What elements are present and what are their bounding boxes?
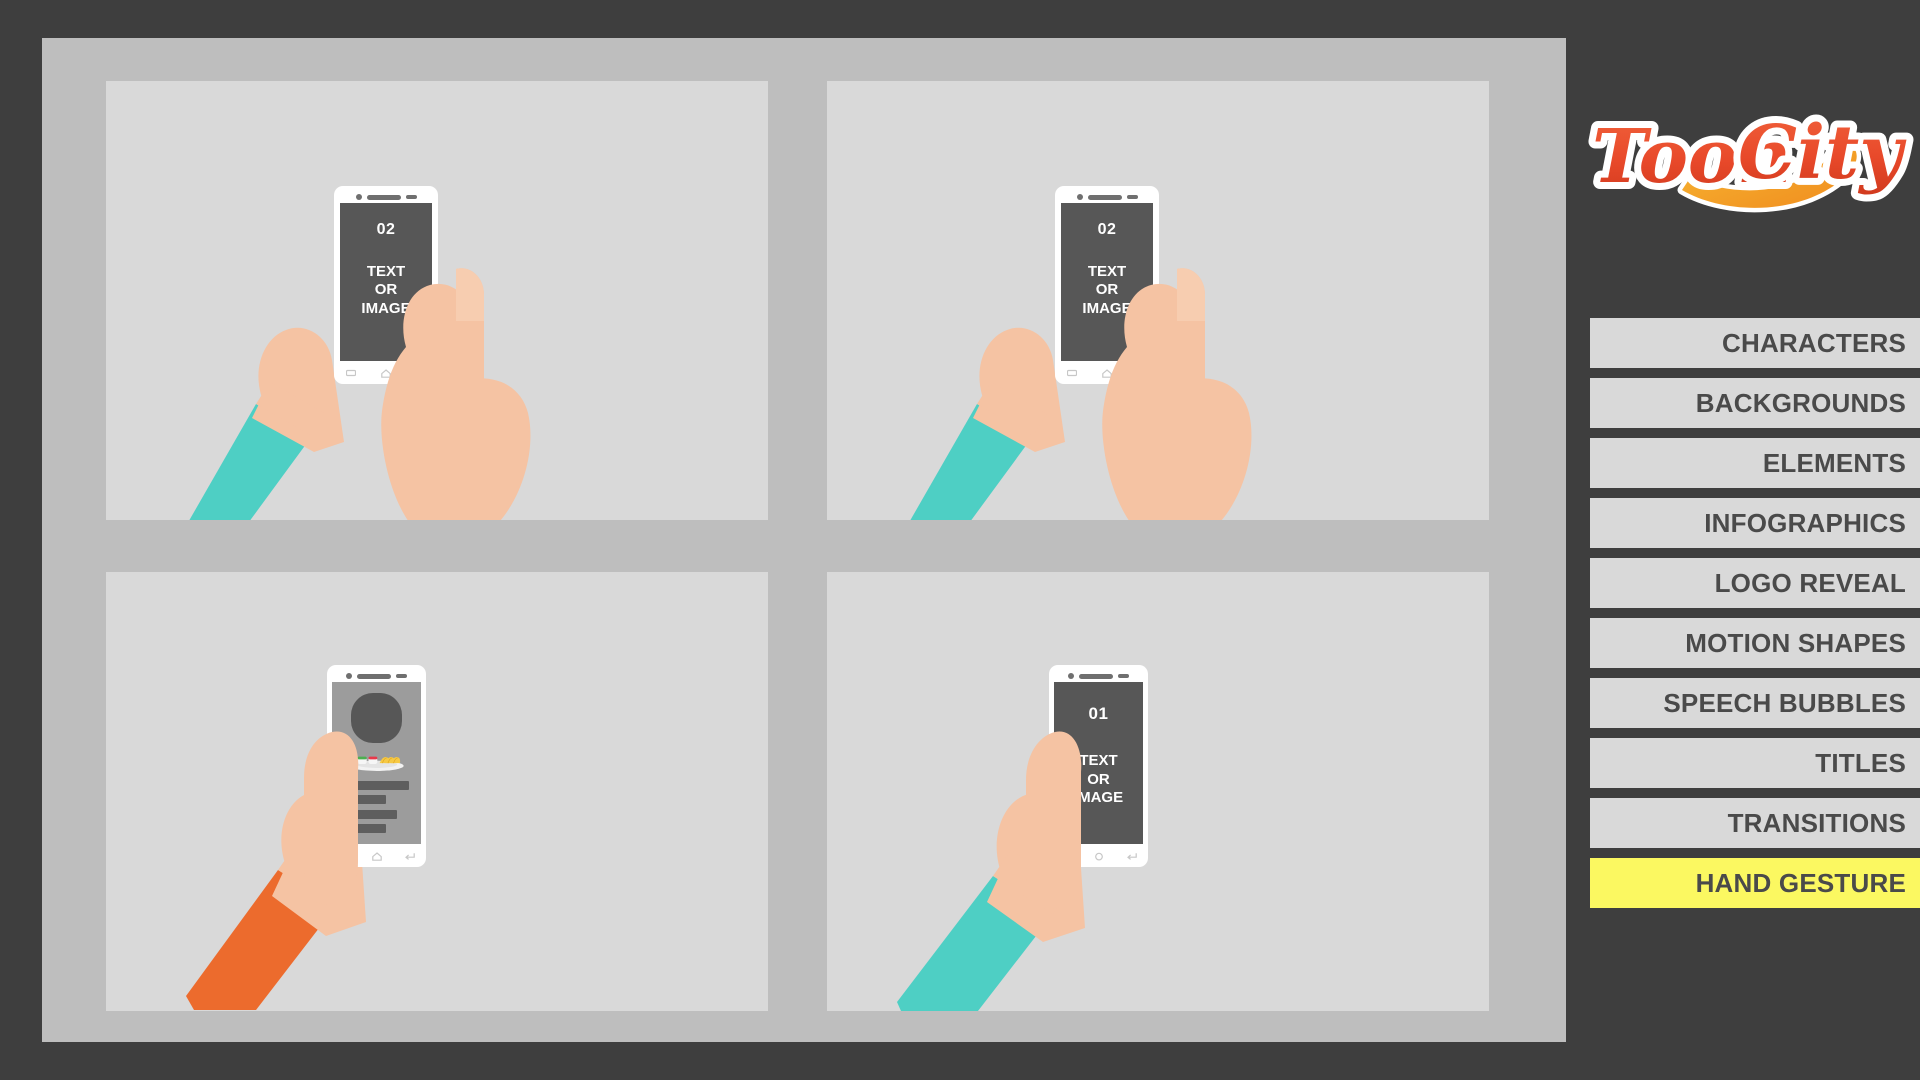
front-camera-icon — [346, 673, 352, 680]
menu-item-hand-gesture[interactable]: HAND GESTURE — [1590, 858, 1920, 908]
menu-item-infographics[interactable]: INFOGRAPHICS — [1590, 498, 1920, 548]
phone-earpiece-area — [1055, 192, 1159, 202]
proximity-sensor-icon — [1118, 674, 1129, 679]
menu-item-transitions[interactable]: TRANSITIONS — [1590, 798, 1920, 848]
scene-tap-right: 02 TEXT OR IMAGE — [827, 81, 1489, 520]
right-sidebar: Toon Toon City City ToonCity CHARACTERS … — [1585, 0, 1920, 1080]
proximity-sensor-icon — [396, 674, 407, 679]
app-root: 02 TEXT OR IMAGE 02 TEXT OR IMAGE 01 TEX… — [0, 0, 1920, 1080]
menu-item-label: MOTION SHAPES — [1685, 627, 1906, 658]
home-icon[interactable] — [371, 851, 382, 861]
menu-item-label: TRANSITIONS — [1727, 807, 1906, 838]
back-icon[interactable] — [404, 852, 415, 860]
preview-area: 02 TEXT OR IMAGE 02 TEXT OR IMAGE 01 TEX… — [42, 38, 1566, 1042]
menu-item-label: BACKGROUNDS — [1695, 387, 1906, 418]
recents-icon[interactable] — [346, 369, 357, 377]
screen-number: 01 — [1088, 703, 1109, 723]
back-icon[interactable] — [1126, 852, 1137, 860]
menu-item-backgrounds[interactable]: BACKGROUNDS — [1590, 378, 1920, 428]
front-camera-icon — [1068, 673, 1074, 680]
holding-thumb-orange — [304, 731, 359, 905]
tooncity-logo[interactable]: Toon Toon City City ToonCity — [1585, 103, 1916, 216]
menu-item-label: INFOGRAPHICS — [1704, 507, 1906, 538]
pointing-hand-left — [381, 268, 531, 520]
front-camera-icon — [355, 194, 362, 201]
menu-item-elements[interactable]: ELEMENTS — [1590, 438, 1920, 488]
earpiece-speaker-icon — [357, 673, 391, 679]
holding-thumb-teal — [1026, 731, 1082, 910]
svg-text:City: City — [1738, 110, 1907, 196]
category-menu: CHARACTERS BACKGROUNDS ELEMENTS INFOGRAP… — [1590, 318, 1920, 908]
phone-earpiece-area — [327, 671, 426, 681]
phone-earpiece-area — [1049, 671, 1148, 681]
menu-item-titles[interactable]: TITLES — [1590, 738, 1920, 788]
menu-item-speech-bubbles[interactable]: SPEECH BUBBLES — [1590, 678, 1920, 728]
recents-icon[interactable] — [1067, 369, 1078, 377]
scene-tap-left: 02 TEXT OR IMAGE — [106, 81, 768, 520]
menu-item-logo-reveal[interactable]: LOGO REVEAL — [1590, 558, 1920, 608]
proximity-sensor-icon — [405, 195, 417, 200]
home-icon[interactable] — [1094, 852, 1104, 861]
menu-item-characters[interactable]: CHARACTERS — [1590, 318, 1920, 368]
preview-panel-1[interactable]: 02 TEXT OR IMAGE — [106, 81, 768, 520]
preview-panel-3[interactable] — [106, 572, 768, 1011]
menu-item-label: LOGO REVEAL — [1714, 567, 1906, 598]
scene-hold-phone: 01 TEXT OR IMAGE — [827, 572, 1489, 1011]
menu-item-label: SPEECH BUBBLES — [1663, 687, 1906, 718]
pointing-hand-right — [1102, 268, 1252, 520]
earpiece-speaker-icon — [366, 194, 401, 200]
screen-number: 02 — [1097, 220, 1117, 238]
menu-item-label: HAND GESTURE — [1695, 867, 1906, 898]
menu-item-label: ELEMENTS — [1762, 447, 1906, 478]
scene-hold-recipe-app — [106, 572, 768, 1011]
menu-item-label: CHARACTERS — [1722, 327, 1906, 358]
tooncity-logo-art: Toon Toon City City — [1585, 103, 1914, 213]
proximity-sensor-icon — [1126, 195, 1138, 200]
preview-panel-4[interactable]: 01 TEXT OR IMAGE — [827, 572, 1489, 1011]
screen-number: 02 — [376, 220, 396, 238]
preview-panel-2[interactable]: 02 TEXT OR IMAGE — [827, 81, 1489, 520]
earpiece-speaker-icon — [1079, 673, 1113, 679]
phone-earpiece-area — [334, 192, 438, 202]
menu-item-label: TITLES — [1815, 747, 1906, 778]
menu-item-motion-shapes[interactable]: MOTION SHAPES — [1590, 618, 1920, 668]
front-camera-icon — [1076, 194, 1083, 201]
earpiece-speaker-icon — [1087, 194, 1122, 200]
